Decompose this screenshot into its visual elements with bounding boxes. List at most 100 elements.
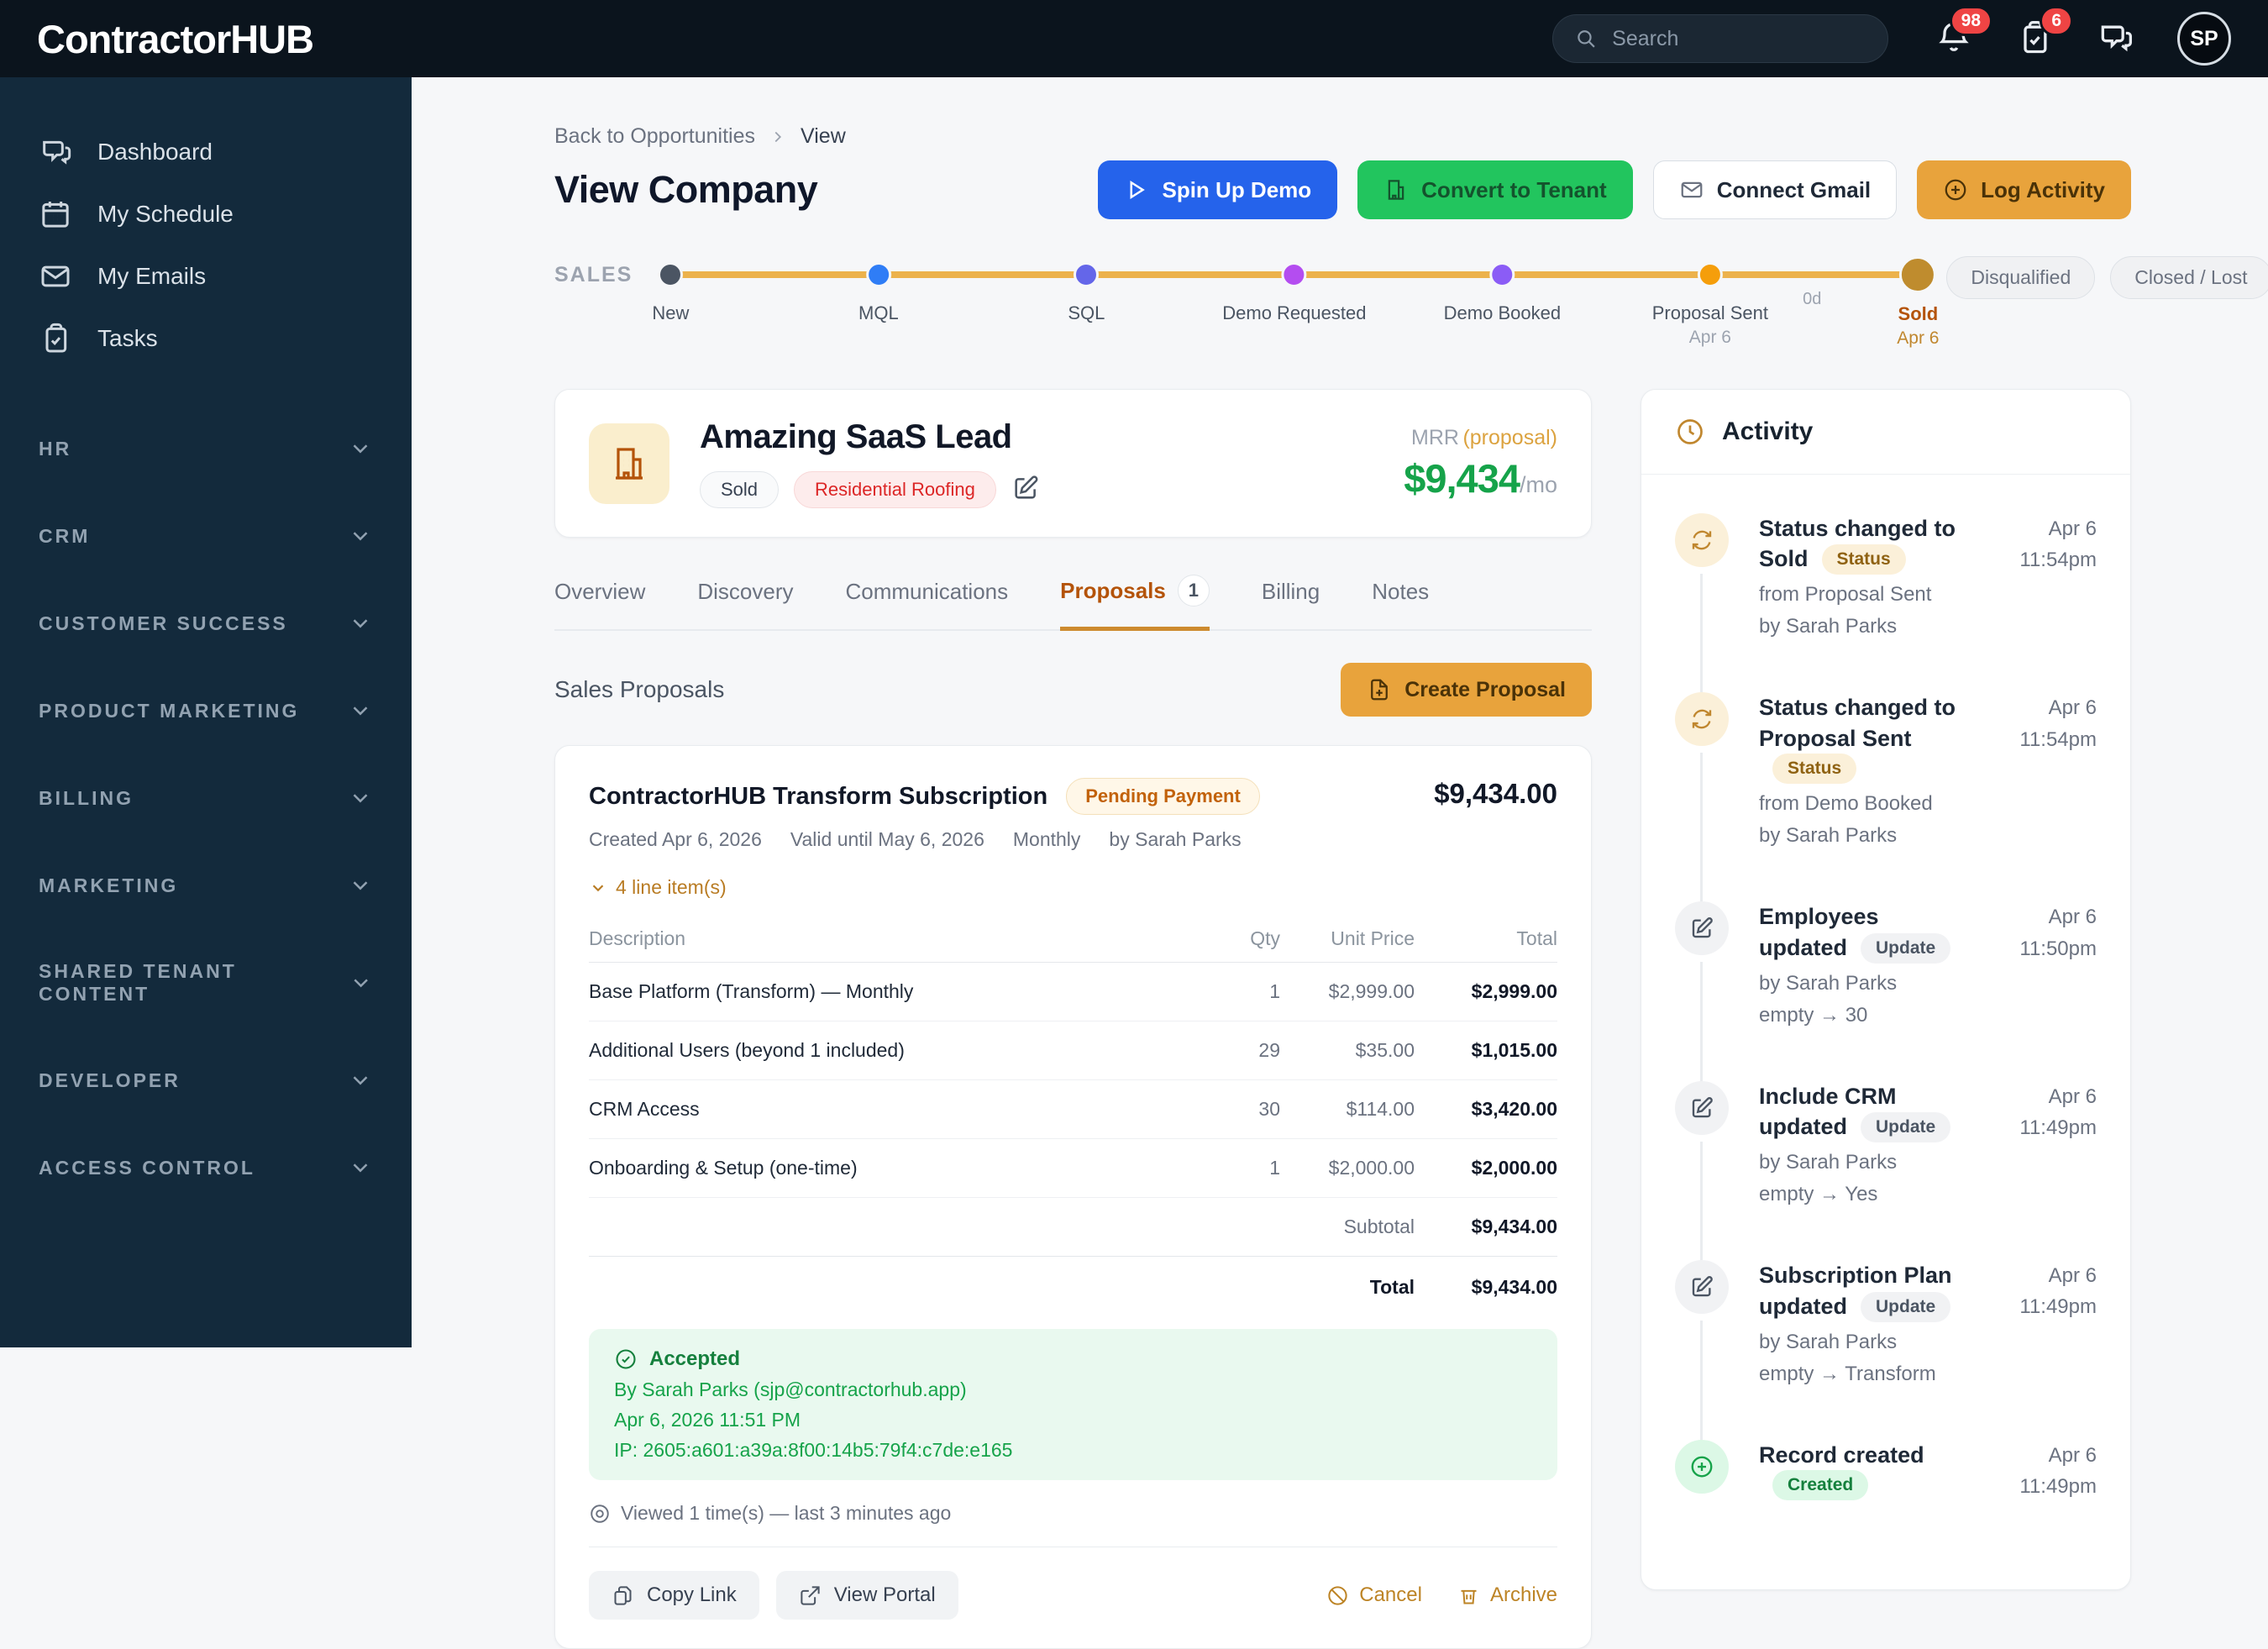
search-input[interactable] <box>1612 26 1866 51</box>
sidebar-section-hr[interactable]: HR <box>0 405 412 492</box>
closed-lost-badge[interactable]: Closed / Lost <box>2110 256 2268 299</box>
clock-icon <box>1677 419 1703 444</box>
breadcrumb-current: View <box>801 124 846 148</box>
edit-icon <box>1692 1096 1713 1117</box>
sidebar-section-billing[interactable]: BILLING <box>0 754 412 842</box>
sidebar-section-product-marketing[interactable]: PRODUCT MARKETING <box>0 667 412 754</box>
activity-badge: Update <box>1861 1112 1951 1143</box>
pipeline-stage-sql[interactable]: SQL <box>1068 261 1105 324</box>
main-content: Back to Opportunities View View Company … <box>412 77 2268 1649</box>
pipeline-stage-sold[interactable]: Sold Apr 6 <box>1897 256 1939 349</box>
activity-item: Include CRM updated Update by Sarah Parks… <box>1675 1080 2097 1266</box>
sidebar-section-access-control[interactable]: ACCESS CONTROL <box>0 1124 412 1211</box>
activity-timestamp: Apr 6 11:49pm <box>2019 1443 2097 1498</box>
mrr-value: $9,434 <box>1404 455 1520 501</box>
tab-communications[interactable]: Communications <box>846 575 1009 629</box>
update-icon <box>1675 1080 1729 1135</box>
activity-timestamp: Apr 6 11:49pm <box>2019 1084 2097 1139</box>
sidebar-item-my-schedule[interactable]: My Schedule <box>0 183 412 245</box>
pipeline-stage-proposal-sent[interactable]: Proposal Sent Apr 6 <box>1652 261 1768 348</box>
view-portal-button[interactable]: View Portal <box>775 1571 958 1620</box>
chat-icon <box>43 140 71 165</box>
sidebar-item-tasks[interactable]: Tasks <box>0 307 412 370</box>
breadcrumb: Back to Opportunities View <box>554 124 2131 149</box>
messages-button[interactable] <box>2097 19 2135 58</box>
activity-badge: Update <box>1861 932 1951 964</box>
refresh-icon <box>1692 530 1712 550</box>
activity-item: Subscription Plan updated Update by Sarah… <box>1675 1260 2097 1445</box>
sidebar-section-crm[interactable]: CRM <box>0 492 412 580</box>
status-change-icon <box>1675 692 1729 747</box>
sidebar-item-dashboard[interactable]: Dashboard <box>0 121 412 183</box>
user-avatar[interactable]: SP <box>2177 12 2231 66</box>
pipeline-stage-mql[interactable]: MQL <box>858 261 899 324</box>
activity-item: Employees updated Update by Sarah Parks e… <box>1675 901 2097 1086</box>
edit-icon <box>1015 475 1038 499</box>
mrr-label: MRR <box>1411 425 1459 449</box>
slash-circle-icon <box>1328 1585 1347 1605</box>
activity-title: Activity <box>1722 418 1814 445</box>
stage-dot <box>658 262 684 287</box>
chat-icon <box>2101 25 2132 52</box>
copy-link-button[interactable]: Copy Link <box>589 1571 759 1620</box>
activity-timestamp: Apr 6 11:54pm <box>2019 517 2097 572</box>
stage-duration-label: 0d <box>1803 290 1822 308</box>
search-icon <box>1578 30 1595 48</box>
breadcrumb-back-link[interactable]: Back to Opportunities <box>554 124 755 149</box>
eye-icon <box>591 1504 609 1523</box>
play-icon <box>1130 180 1146 200</box>
sidebar-section-customer-success[interactable]: CUSTOMER SUCCESS <box>0 580 412 667</box>
archive-proposal-button[interactable]: Archive <box>1457 1583 1557 1607</box>
activity-timestamp: Apr 6 11:49pm <box>2019 1264 2097 1319</box>
notifications-badge: 98 <box>1949 6 1992 36</box>
tasks-button[interactable]: 6 <box>2016 6 2073 58</box>
spin-up-demo-button[interactable]: Spin Up Demo <box>1098 160 1338 219</box>
tab-overview[interactable]: Overview <box>554 575 645 629</box>
sidebar-section-developer[interactable]: DEVELOPER <box>0 1037 412 1124</box>
edit-company-button[interactable] <box>1011 474 1040 507</box>
convert-to-tenant-button[interactable]: Convert to Tenant <box>1357 160 1633 219</box>
cancel-proposal-button[interactable]: Cancel <box>1326 1583 1422 1607</box>
table-row: Base Platform (Transform) — Monthly 1 $2… <box>589 963 1557 1021</box>
chevron-down-icon <box>353 444 368 454</box>
table-row: Additional Users (beyond 1 included) 29 … <box>589 1021 1557 1080</box>
copy-icon <box>614 1585 632 1605</box>
company-card: Amazing SaaS Lead Sold Residential Roofi… <box>554 389 1592 538</box>
sidebar-section-marketing[interactable]: MARKETING <box>0 842 412 929</box>
pipeline-stage-demo-requested[interactable]: Demo Requested <box>1222 261 1366 324</box>
create-proposal-button[interactable]: Create Proposal <box>1341 663 1592 717</box>
tab-notes[interactable]: Notes <box>1372 575 1429 629</box>
sales-pipeline: SALES New MQL SQL Demo Requested Demo Bo <box>554 256 2268 354</box>
pipeline-stage-demo-booked[interactable]: Demo Booked <box>1444 261 1561 324</box>
activity-badge: Status <box>1821 544 1906 575</box>
pipeline-stage-new[interactable]: New <box>652 261 689 324</box>
company-name: Amazing SaaS Lead <box>700 418 1012 455</box>
stage-dot <box>1074 262 1100 287</box>
chevron-down-icon <box>353 881 368 890</box>
disqualified-badge[interactable]: Disqualified <box>1946 256 2096 299</box>
sidebar-item-my-emails[interactable]: My Emails <box>0 245 412 307</box>
calendar-icon <box>42 202 69 228</box>
line-items-toggle[interactable]: 4 line item(s) <box>589 876 1557 899</box>
proposal-status-badge: Pending Payment <box>1066 778 1260 815</box>
section-title: Sales Proposals <box>554 676 725 702</box>
pipeline-label: SALES <box>554 263 633 286</box>
app-logo[interactable]: ContractorHUB <box>37 16 314 62</box>
company-avatar <box>589 423 669 504</box>
tasks-badge: 6 <box>2040 6 2073 36</box>
chevron-down-icon <box>353 619 368 628</box>
sidebar-item-label: Dashboard <box>97 139 213 165</box>
log-activity-button[interactable]: Log Activity <box>1917 160 2131 219</box>
notifications-button[interactable]: 98 <box>1935 6 1992 58</box>
tab-proposals[interactable]: Proposals 1 <box>1060 575 1210 631</box>
sidebar-section-shared-tenant-content[interactable]: SHARED TENANT CONTENT <box>0 929 412 1037</box>
mrr-period: /mo <box>1519 471 1557 497</box>
created-icon <box>1675 1439 1729 1494</box>
tab-billing[interactable]: Billing <box>1262 575 1320 629</box>
tab-discovery[interactable]: Discovery <box>697 575 793 629</box>
sidebar-item-label: My Emails <box>97 263 207 289</box>
search-bar[interactable] <box>1552 14 1888 63</box>
connect-gmail-button[interactable]: Connect Gmail <box>1652 160 1898 219</box>
chevron-down-icon <box>353 532 368 541</box>
total-row: Total $9,434.00 <box>1369 1276 1557 1298</box>
